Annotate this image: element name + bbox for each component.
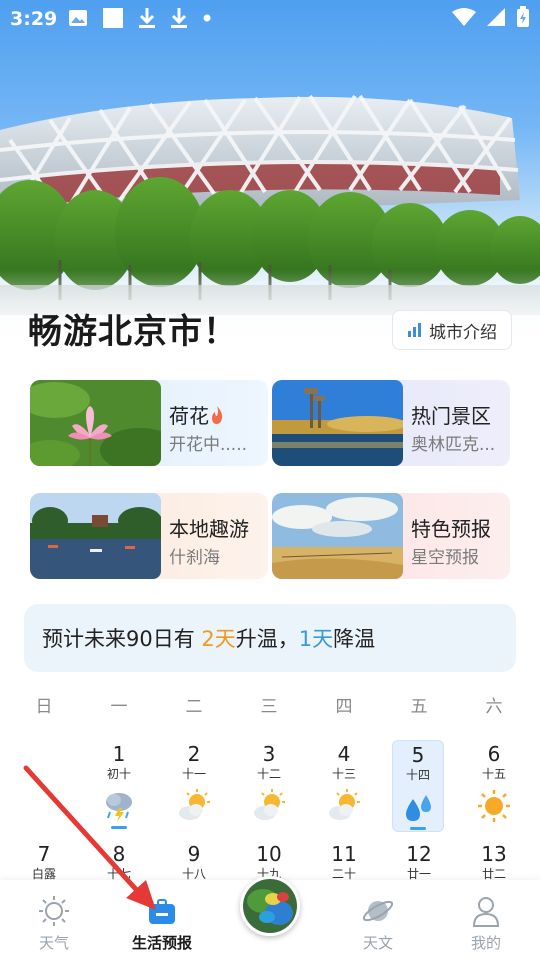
- annotation-arrow: [23, 765, 156, 910]
